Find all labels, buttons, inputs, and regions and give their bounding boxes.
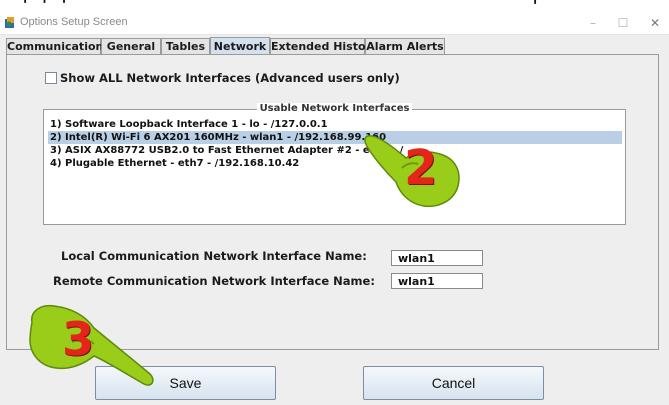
cropped-banner-text: ⌐⌐⌐ — [22, 0, 80, 12]
show-all-label: Show ALL Network Interfaces (Advanced us… — [60, 71, 400, 85]
remote-interface-label: Remote Communication Network Interface N… — [53, 274, 375, 288]
remote-interface-field[interactable]: wlan1 — [391, 273, 483, 289]
minimize-icon[interactable]: – — [582, 14, 604, 32]
interfaces-list-title: Usable Network Interfaces — [44, 103, 625, 114]
maximize-icon[interactable]: ☐ — [612, 14, 634, 32]
tab-communications[interactable]: Communications — [6, 38, 110, 54]
show-all-checkbox[interactable] — [45, 72, 57, 84]
step-2-number: 2 — [404, 140, 438, 196]
tab-network[interactable]: Network — [210, 37, 270, 55]
step-3-number: 3 — [62, 312, 95, 366]
close-icon[interactable]: ✕ — [644, 14, 666, 32]
interface-item[interactable]: 3) ASIX AX88772 USB2.0 to Fast Ethernet … — [48, 144, 622, 157]
tab-extended-history[interactable]: Extended History — [270, 38, 378, 54]
interface-item[interactable]: 4) Plugable Ethernet - eth7 - /192.168.1… — [48, 157, 622, 170]
app-icon — [5, 17, 14, 28]
local-interface-label: Local Communication Network Interface Na… — [61, 249, 367, 263]
interface-item-selected[interactable]: 2) Intel(R) Wi-Fi 6 AX201 160MHz - wlan1… — [48, 131, 622, 144]
local-interface-field[interactable]: wlan1 — [391, 250, 483, 266]
usable-interfaces-list[interactable]: Usable Network Interfaces 1) Software Lo… — [43, 103, 626, 225]
cancel-button[interactable]: Cancel — [363, 366, 544, 400]
cropped-top-banner: ⌐⌐⌐ ⌐ — [0, 0, 669, 12]
cropped-banner-text-right: ⌐ — [532, 0, 550, 12]
interfaces-list-title-text: Usable Network Interfaces — [256, 103, 413, 114]
window-title: Options Setup Screen — [20, 16, 128, 28]
tab-general[interactable]: General — [101, 38, 161, 54]
tab-alarm-alerts[interactable]: Alarm Alerts — [365, 38, 445, 54]
interface-item[interactable]: 1) Software Loopback Interface 1 - lo - … — [48, 118, 622, 131]
tab-tables[interactable]: Tables — [161, 38, 210, 54]
title-bar: Options Setup Screen – ☐ ✕ — [0, 12, 669, 35]
